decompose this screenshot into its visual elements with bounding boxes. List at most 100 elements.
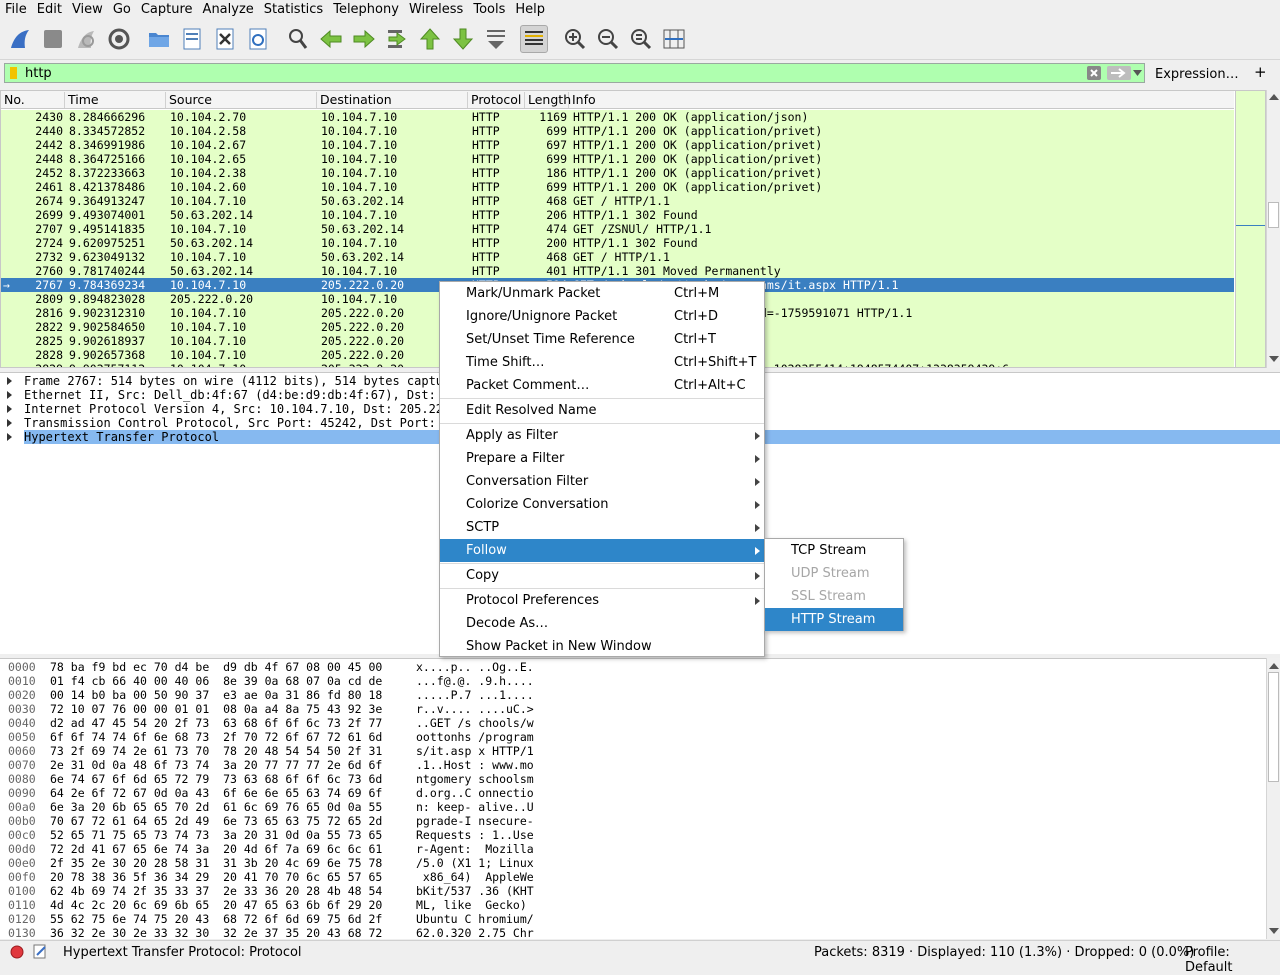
- packet-minimap[interactable]: [1235, 91, 1265, 367]
- menu-conversation-filter[interactable]: Conversation Filter: [440, 470, 764, 493]
- hex-row[interactable]: 0020 00 14 b0 ba 00 50 90 37 e3 ae 0a 31 …: [8, 688, 534, 702]
- menu-go[interactable]: Go: [108, 0, 136, 20]
- hex-row[interactable]: 00e0 2f 35 2e 30 20 28 58 31 31 3b 20 4c …: [8, 856, 534, 870]
- hex-bytes[interactable]: 6e 3a 20 6b 65 65 70 2d 61 6c 69 76 65 0…: [50, 800, 382, 814]
- packet-row[interactable]: 2452 8.372233663 10.104.2.38 10.104.7.10 HTT…: [1, 166, 1234, 180]
- zoom-in-icon[interactable]: [561, 25, 589, 53]
- hex-bytes[interactable]: 62 4b 69 74 2f 35 33 37 2e 33 36 20 28 4…: [50, 884, 382, 898]
- capture-comment-icon[interactable]: [33, 944, 47, 959]
- menu-time-shift[interactable]: Time Shift… Ctrl+Shift+T: [440, 351, 764, 374]
- packet-row[interactable]: 2707 9.495141835 10.104.7.10 50.63.202.14 HT…: [1, 222, 1234, 236]
- hex-bytes[interactable]: 20 78 38 36 5f 36 34 29 20 41 70 70 6c 6…: [50, 870, 382, 884]
- hex-row[interactable]: 0070 2e 31 0d 0a 48 6f 73 74 3a 20 77 77 …: [8, 758, 534, 772]
- expand-arrow-icon[interactable]: [7, 405, 12, 413]
- filter-input[interactable]: [25, 64, 1085, 82]
- menu-analyze[interactable]: Analyze: [198, 0, 259, 20]
- menu-statistics[interactable]: Statistics: [259, 0, 328, 20]
- packet-row[interactable]: 2760 9.781740244 50.63.202.14 10.104.7.10 HT…: [1, 264, 1234, 278]
- hex-row[interactable]: 0090 64 2e 6f 72 67 0d 0a 43 6f 6e 6e 65 …: [8, 786, 534, 800]
- hex-row[interactable]: 0030 72 10 07 76 00 00 01 01 08 0a a4 8a …: [8, 702, 534, 716]
- shark-fin-start-icon[interactable]: [6, 25, 34, 53]
- hex-bytes[interactable]: 72 2d 41 67 65 6e 74 3a 20 4d 6f 7a 69 6…: [50, 842, 382, 856]
- menu-file[interactable]: File: [0, 0, 32, 20]
- last-packet-icon[interactable]: [449, 25, 477, 53]
- hex-bytes[interactable]: 55 62 75 6e 74 75 20 43 68 72 6f 6d 69 7…: [50, 912, 382, 926]
- hex-row[interactable]: 0050 6f 6f 74 74 6f 6e 68 73 2f 70 72 6f …: [8, 730, 534, 744]
- menu-tools[interactable]: Tools: [468, 0, 510, 20]
- filter-dropdown-icon[interactable]: [1133, 70, 1142, 76]
- hex-bytes[interactable]: 64 2e 6f 72 67 0d 0a 43 6f 6e 6e 65 63 7…: [50, 786, 382, 800]
- hex-ascii[interactable]: 62.0.320 2.75 Chr: [416, 926, 534, 939]
- hex-bytes[interactable]: 2e 31 0d 0a 48 6f 73 74 3a 20 77 77 77 2…: [50, 758, 382, 772]
- colorize-icon[interactable]: [520, 25, 548, 53]
- hex-ascii[interactable]: x....p.. ..Og..E.: [416, 660, 534, 674]
- column-time[interactable]: Time: [65, 92, 166, 108]
- apply-filter-icon[interactable]: [1107, 66, 1131, 80]
- hex-row[interactable]: 00c0 52 65 71 75 65 73 74 73 3a 20 31 0d …: [8, 828, 534, 842]
- packet-row[interactable]: 2442 8.346991986 10.104.2.67 10.104.7.10 HTT…: [1, 138, 1234, 152]
- stop-icon[interactable]: [39, 25, 67, 53]
- hex-ascii[interactable]: r..v.... ....uC.>: [416, 702, 534, 716]
- expand-arrow-icon[interactable]: [7, 433, 12, 441]
- hex-row[interactable]: 0100 62 4b 69 74 2f 35 33 37 2e 33 36 20 …: [8, 884, 534, 898]
- menu-ignore-unignore-packet[interactable]: Ignore/Unignore Packet Ctrl+D: [440, 305, 764, 328]
- expert-info-error-icon[interactable]: [10, 945, 24, 959]
- menu-edit-resolved-name[interactable]: Edit Resolved Name: [440, 399, 764, 422]
- hex-bytes[interactable]: 4d 4c 2c 20 6c 69 6b 65 20 47 65 63 6b 6…: [50, 898, 382, 912]
- hex-ascii[interactable]: .1..Host : www.mo: [416, 758, 534, 772]
- options-gear-icon[interactable]: [105, 25, 133, 53]
- hex-bytes[interactable]: 00 14 b0 ba 00 50 90 37 e3 ae 0a 31 86 f…: [50, 688, 382, 702]
- reload-icon[interactable]: [244, 25, 272, 53]
- menu-capture[interactable]: Capture: [136, 0, 198, 20]
- expand-arrow-icon[interactable]: [7, 419, 12, 427]
- hex-row[interactable]: 0130 36 32 2e 30 2e 33 32 30 32 2e 37 35 …: [8, 926, 534, 939]
- menu-sctp[interactable]: SCTP: [440, 516, 764, 539]
- hex-ascii[interactable]: n: keep- alive..U: [416, 800, 534, 814]
- packet-row[interactable]: 2440 8.334572852 10.104.2.58 10.104.7.10 HTT…: [1, 124, 1234, 138]
- hex-bytes[interactable]: 72 10 07 76 00 00 01 01 08 0a a4 8a 75 4…: [50, 702, 382, 716]
- menu-colorize-conversation[interactable]: Colorize Conversation: [440, 493, 764, 516]
- expand-arrow-icon[interactable]: [7, 391, 12, 399]
- hex-bytes[interactable]: 2f 35 2e 30 20 28 58 31 31 3b 20 4c 69 6…: [50, 856, 382, 870]
- packet-row[interactable]: 2430 8.284666296 10.104.2.70 10.104.7.10 HTT…: [1, 110, 1234, 124]
- hex-ascii[interactable]: Ubuntu C hromium/: [416, 912, 534, 926]
- hex-bytes[interactable]: 70 67 72 61 64 65 2d 49 6e 73 65 63 75 7…: [50, 814, 382, 828]
- hex-ascii[interactable]: Requests : 1..Use: [416, 828, 534, 842]
- menu-follow-tcp-stream[interactable]: TCP Stream: [765, 539, 903, 562]
- hex-row[interactable]: 00a0 6e 3a 20 6b 65 65 70 2d 61 6c 69 76 …: [8, 800, 534, 814]
- menu-mark-unmark-packet[interactable]: Mark/Unmark Packet Ctrl+M: [440, 282, 764, 305]
- save-file-icon[interactable]: [178, 25, 206, 53]
- hex-ascii[interactable]: s/it.asp x HTTP/1: [416, 744, 534, 758]
- hex-ascii[interactable]: d.org..C onnectio: [416, 786, 534, 800]
- column-protocol[interactable]: Protocol: [468, 92, 525, 108]
- column-no[interactable]: No.: [1, 92, 65, 108]
- packet-row[interactable]: 2448 8.364725166 10.104.2.65 10.104.7.10 HTT…: [1, 152, 1234, 166]
- hex-row[interactable]: 0120 55 62 75 6e 74 75 20 43 68 72 6f 6d …: [8, 912, 534, 926]
- forward-arrow-icon[interactable]: [350, 25, 378, 53]
- go-to-packet-icon[interactable]: [383, 25, 411, 53]
- packet-row[interactable]: 2732 9.623049132 10.104.7.10 50.63.202.14 HT…: [1, 250, 1234, 264]
- zoom-out-icon[interactable]: [594, 25, 622, 53]
- hex-bytes[interactable]: 78 ba f9 bd ec 70 d4 be d9 db 4f 67 08 0…: [50, 660, 382, 674]
- hex-row[interactable]: 0010 01 f4 cb 66 40 00 40 06 8e 39 0a 68 …: [8, 674, 534, 688]
- menu-protocol-preferences[interactable]: Protocol Preferences: [440, 589, 764, 612]
- hex-bytes[interactable]: 73 2f 69 74 2e 61 73 70 78 20 48 54 54 5…: [50, 744, 382, 758]
- back-arrow-icon[interactable]: [317, 25, 345, 53]
- hex-bytes[interactable]: 6f 6f 74 74 6f 6e 68 73 2f 70 72 6f 67 7…: [50, 730, 382, 744]
- zoom-normal-icon[interactable]: [627, 25, 655, 53]
- expression-button[interactable]: Expression…: [1155, 67, 1239, 82]
- hex-ascii[interactable]: ML, like Gecko): [416, 898, 534, 912]
- hex-ascii[interactable]: x86_64) AppleWe: [416, 870, 534, 884]
- hex-row[interactable]: 0000 78 ba f9 bd ec 70 d4 be d9 db 4f 67 …: [8, 660, 534, 674]
- close-file-icon[interactable]: [211, 25, 239, 53]
- hex-ascii[interactable]: oottonhs /program: [416, 730, 534, 744]
- hex-row[interactable]: 0060 73 2f 69 74 2e 61 73 70 78 20 48 54 …: [8, 744, 534, 758]
- column-info[interactable]: Info: [569, 92, 1234, 108]
- hex-row[interactable]: 0110 4d 4c 2c 20 6c 69 6b 65 20 47 65 63 …: [8, 898, 527, 912]
- menu-set-time-reference[interactable]: Set/Unset Time Reference Ctrl+T: [440, 328, 764, 351]
- column-destination[interactable]: Destination: [317, 92, 468, 108]
- hex-row[interactable]: 00b0 70 67 72 61 64 65 2d 49 6e 73 65 63 …: [8, 814, 534, 828]
- search-icon[interactable]: [284, 25, 312, 53]
- hex-bytes[interactable]: d2 ad 47 45 54 20 2f 73 63 68 6f 6f 6c 7…: [50, 716, 382, 730]
- hex-ascii[interactable]: ntgomery schoolsm: [416, 772, 534, 786]
